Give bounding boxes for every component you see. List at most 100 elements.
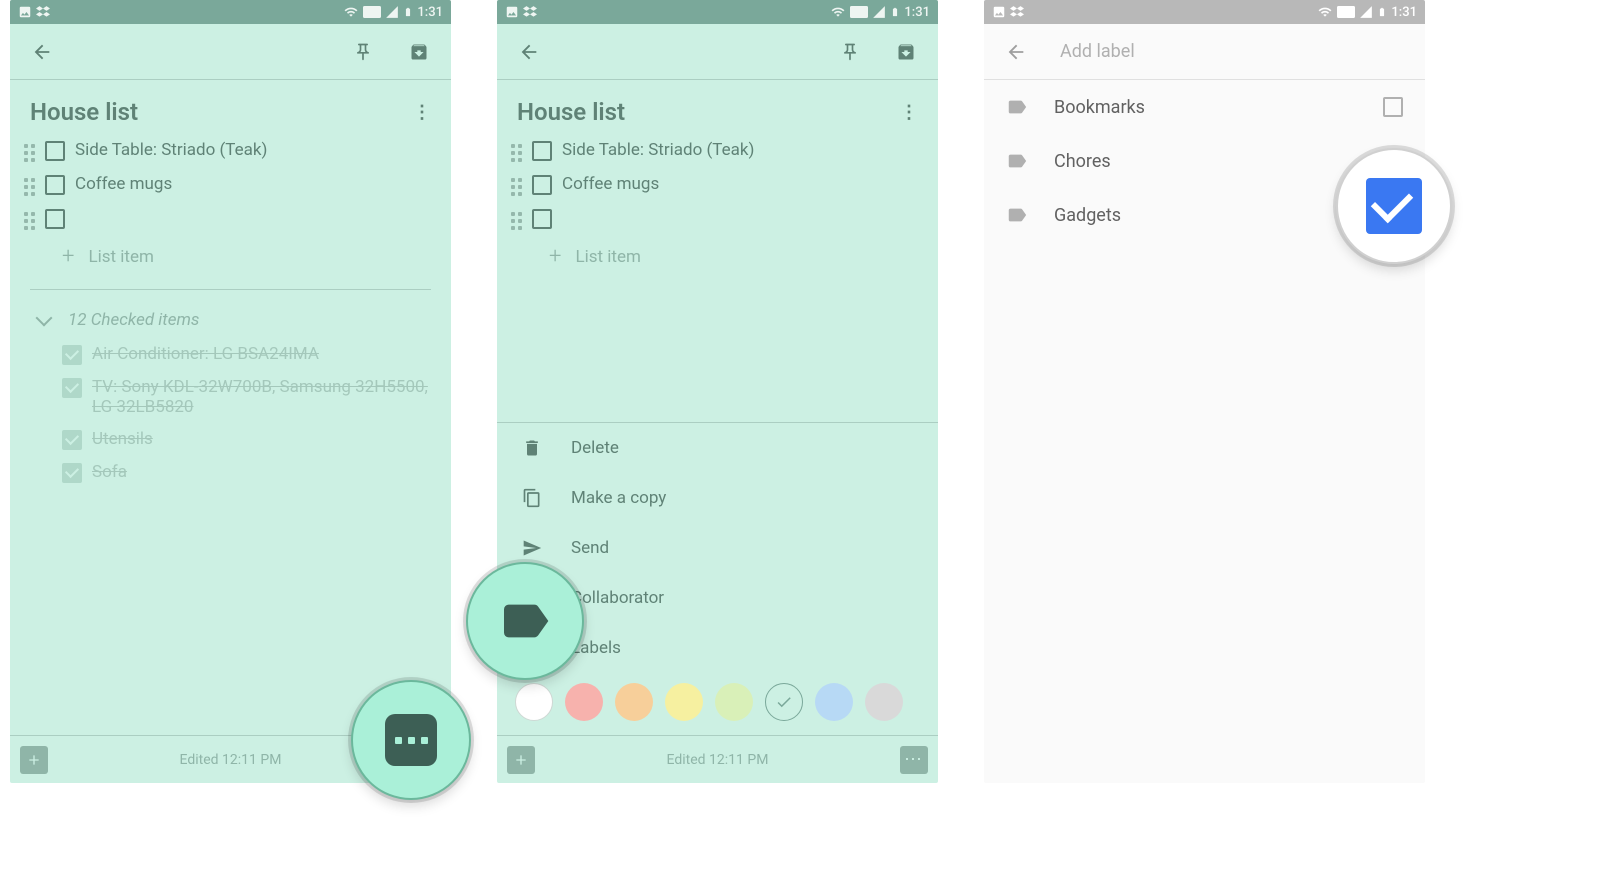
- back-button[interactable]: [509, 32, 549, 72]
- edited-label: Edited 12:11 PM: [180, 752, 282, 768]
- color-swatch-selected[interactable]: [765, 683, 803, 721]
- color-swatch[interactable]: [865, 683, 903, 721]
- image-icon: [18, 5, 32, 19]
- send-icon: [521, 537, 543, 559]
- checkbox[interactable]: [45, 175, 65, 195]
- add-item-button[interactable]: + List item: [10, 236, 451, 277]
- list-item[interactable]: [10, 202, 451, 236]
- label-icon: [1006, 96, 1028, 118]
- checkbox[interactable]: [45, 141, 65, 161]
- drag-handle-icon[interactable]: [24, 144, 35, 162]
- list-item[interactable]: Coffee mugs: [497, 168, 938, 202]
- add-button[interactable]: [507, 746, 535, 774]
- item-text[interactable]: Coffee mugs: [75, 174, 431, 194]
- battery-icon: [1377, 5, 1387, 19]
- volte-icon: [850, 6, 868, 18]
- item-text[interactable]: Sofa: [92, 462, 431, 482]
- checkbox[interactable]: [62, 430, 82, 450]
- color-swatch[interactable]: [815, 683, 853, 721]
- status-bar: 1:31: [984, 0, 1425, 24]
- archive-button[interactable]: [886, 32, 926, 72]
- list-item[interactable]: Coffee mugs: [10, 168, 451, 202]
- checkbox[interactable]: [62, 378, 82, 398]
- label-text: Gadgets: [1054, 205, 1121, 226]
- note-title[interactable]: House list: [517, 98, 625, 126]
- back-button[interactable]: [22, 32, 62, 72]
- dropbox-icon: [36, 5, 50, 19]
- drag-handle-icon[interactable]: [24, 212, 35, 230]
- sheet-send[interactable]: Send: [497, 523, 938, 573]
- label-icon: [1006, 204, 1028, 226]
- archive-button[interactable]: [399, 32, 439, 72]
- signal-icon: [1359, 5, 1373, 19]
- app-bar: [497, 24, 938, 80]
- color-swatch[interactable]: [615, 683, 653, 721]
- checked-items-toggle[interactable]: 12 Checked items: [10, 302, 451, 338]
- more-button[interactable]: ⋯: [900, 746, 928, 774]
- drag-handle-icon[interactable]: [511, 144, 522, 162]
- battery-icon: [403, 5, 413, 19]
- checkbox[interactable]: [532, 175, 552, 195]
- pin-button[interactable]: [830, 32, 870, 72]
- item-text[interactable]: TV: Sony KDL-32W700B, Samsung 32H5500, L…: [92, 377, 431, 417]
- drag-handle-icon[interactable]: [24, 178, 35, 196]
- color-swatch[interactable]: [665, 683, 703, 721]
- label-text: Bookmarks: [1054, 97, 1145, 118]
- sheet-copy[interactable]: Make a copy: [497, 473, 938, 523]
- note-title[interactable]: House list: [30, 98, 138, 126]
- list-item[interactable]: Utensils: [10, 423, 451, 456]
- signal-icon: [872, 5, 886, 19]
- item-text[interactable]: Coffee mugs: [562, 174, 918, 194]
- wifi-icon: [1317, 5, 1333, 19]
- color-swatch[interactable]: [515, 683, 553, 721]
- status-time: 1:31: [1391, 5, 1417, 20]
- label-input[interactable]: Add label: [1052, 41, 1413, 62]
- app-bar: [10, 24, 451, 80]
- checkbox[interactable]: [532, 141, 552, 161]
- checkbox[interactable]: [1383, 97, 1403, 117]
- add-item-label: List item: [88, 247, 153, 267]
- list-item[interactable]: Side Table: Striado (Teak): [10, 134, 451, 168]
- checkbox[interactable]: [45, 209, 65, 229]
- volte-icon: [363, 6, 381, 18]
- list-item[interactable]: Sofa: [10, 456, 451, 489]
- color-swatch[interactable]: [715, 683, 753, 721]
- item-text[interactable]: Side Table: Striado (Teak): [562, 140, 918, 160]
- list-item[interactable]: Side Table: Striado (Teak): [497, 134, 938, 168]
- dropbox-icon: [523, 5, 537, 19]
- item-text[interactable]: Side Table: Striado (Teak): [75, 140, 431, 160]
- list-item[interactable]: TV: Sony KDL-32W700B, Samsung 32H5500, L…: [10, 371, 451, 423]
- list-item[interactable]: [497, 202, 938, 236]
- item-text[interactable]: Air Conditioner: LG BSA24IMA: [92, 344, 431, 364]
- item-text[interactable]: Utensils: [92, 429, 431, 449]
- overflow-menu-button[interactable]: ⋮: [413, 102, 431, 123]
- pin-button[interactable]: [343, 32, 383, 72]
- bottom-bar: Edited 12:11 PM ⋯: [497, 735, 938, 783]
- list-item[interactable]: Air Conditioner: LG BSA24IMA: [10, 338, 451, 371]
- plus-icon: +: [62, 244, 74, 269]
- label-icon: [1006, 150, 1028, 172]
- label-text: Chores: [1054, 151, 1111, 172]
- checkbox[interactable]: [62, 345, 82, 365]
- sheet-label: Delete: [571, 438, 619, 458]
- status-bar: 1:31: [10, 0, 451, 24]
- drag-handle-icon[interactable]: [511, 178, 522, 196]
- color-swatch[interactable]: [565, 683, 603, 721]
- checkbox[interactable]: [532, 209, 552, 229]
- image-icon: [505, 5, 519, 19]
- drag-handle-icon[interactable]: [511, 212, 522, 230]
- color-picker: [497, 673, 938, 735]
- checkbox[interactable]: [62, 463, 82, 483]
- label-row[interactable]: Bookmarks: [984, 80, 1425, 134]
- checked-count-label: 12 Checked items: [68, 310, 199, 330]
- add-button[interactable]: [20, 746, 48, 774]
- more-icon: [385, 714, 437, 766]
- back-button[interactable]: [996, 32, 1036, 72]
- highlight-labels-option: [466, 562, 584, 680]
- add-item-button[interactable]: + List item: [497, 236, 938, 277]
- add-item-label: List item: [575, 247, 640, 267]
- sheet-label: Make a copy: [571, 488, 666, 508]
- overflow-menu-button[interactable]: ⋮: [900, 102, 918, 123]
- sheet-delete[interactable]: Delete: [497, 423, 938, 473]
- signal-icon: [385, 5, 399, 19]
